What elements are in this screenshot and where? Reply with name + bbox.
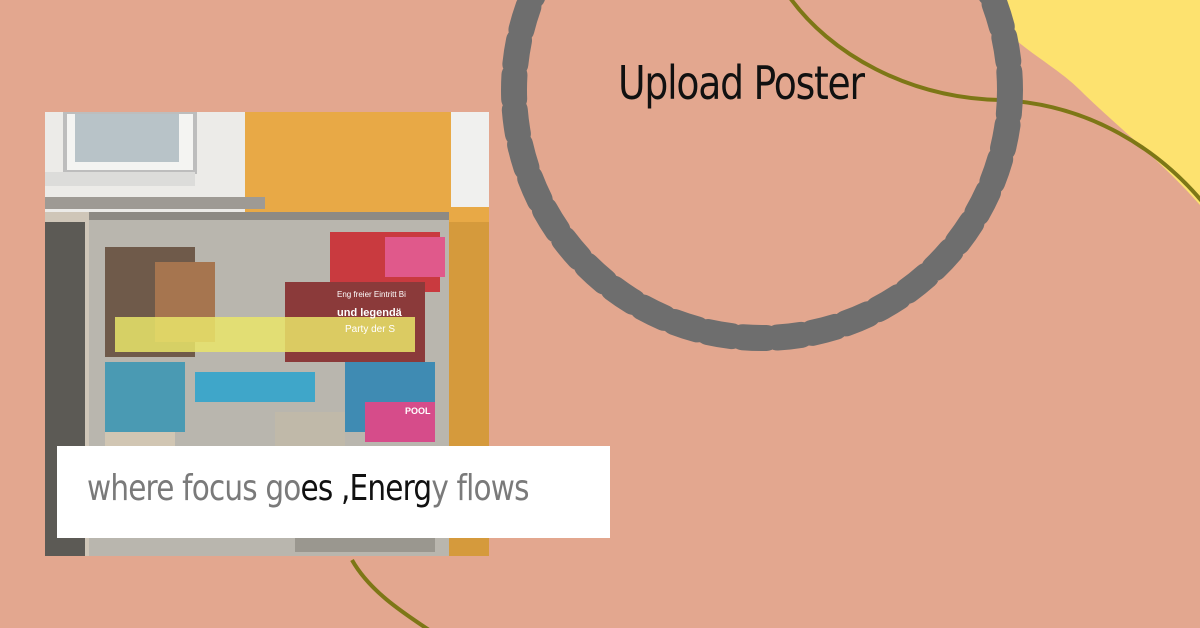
poster-text-4: POOL <box>405 406 431 416</box>
caption-box: where focus goes ,Energy flows <box>57 446 610 538</box>
poster-text-1: und legendä <box>337 307 403 319</box>
poster-text-2: Party der S <box>345 324 395 335</box>
window-glass <box>75 114 179 162</box>
page-title: Upload Poster <box>618 56 865 110</box>
caption-part-2: es ,Energ <box>300 468 433 509</box>
poster-text-3: Eng freier Eintritt Bi <box>337 290 406 299</box>
caption-part-3: y flows <box>431 468 529 509</box>
caption-part-1: where focus go <box>87 468 301 509</box>
caption-text: where focus goes ,Energy flows <box>87 468 529 509</box>
poster-canvas: Upload Poster Eng freier Eintritt Bi und… <box>0 0 1200 628</box>
